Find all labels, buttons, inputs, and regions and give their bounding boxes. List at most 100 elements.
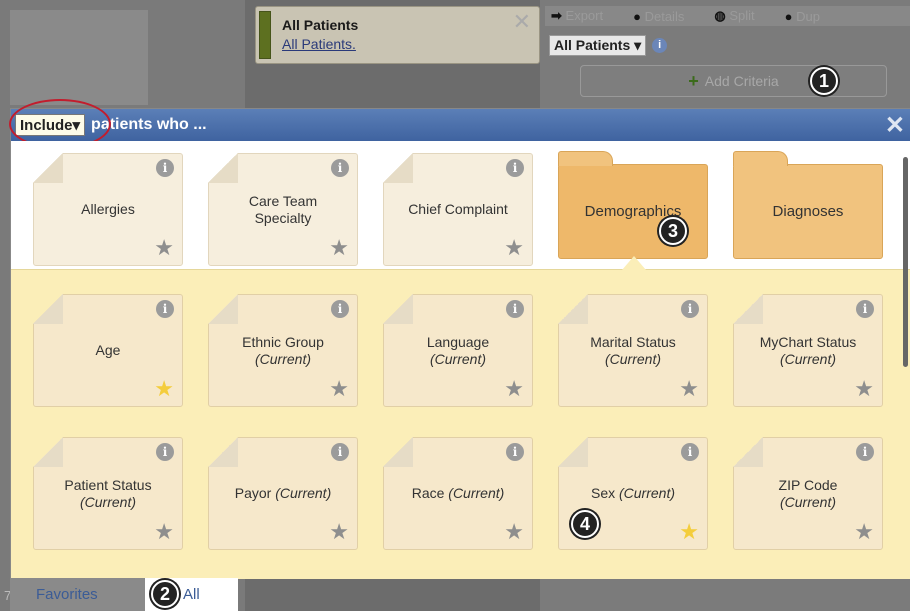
all-patients-link[interactable]: All Patients. (282, 36, 356, 52)
add-criteria-button[interactable]: + Add Criteria (580, 65, 887, 97)
callout-1: 1 (810, 67, 838, 95)
star-icon[interactable]: ★ (329, 521, 349, 543)
criteria-name: Sex (590, 485, 616, 501)
all-patients-card[interactable]: All Patients All Patients. ✕ (255, 6, 540, 64)
category-label: Chief Complaint (408, 201, 508, 217)
details-label: Details (644, 8, 685, 24)
criteria-name: Patient Status (64, 476, 152, 493)
info-icon[interactable]: i (506, 300, 524, 318)
population-select-value: All Patients (554, 37, 631, 53)
category-demographics[interactable]: Demographics (558, 151, 708, 259)
criteria-qualifier: (Current) (429, 350, 486, 367)
category-chief-complaint[interactable]: i Chief Complaint ★ (383, 153, 533, 266)
criteria-patient-status[interactable]: i Patient Status (Current) ★ (33, 437, 183, 550)
criteria-label: MyChart Status (Current) (760, 334, 856, 368)
info-icon[interactable]: i (506, 443, 524, 461)
criteria-language[interactable]: i Language (Current) ★ (383, 294, 533, 407)
add-criteria-label: Add Criteria (704, 73, 779, 89)
close-icon[interactable]: ✕ (513, 9, 531, 35)
info-icon[interactable]: i (156, 159, 174, 177)
criteria-name: MyChart Status (759, 333, 857, 350)
chevron-down-icon: ▾ (634, 37, 642, 53)
criteria-label: Patient Status (Current) (64, 477, 151, 511)
scrollbar[interactable] (903, 157, 908, 367)
criteria-ethnic-group[interactable]: i Ethnic Group (Current) ★ (208, 294, 358, 407)
tile-fold-shade (33, 437, 63, 467)
star-icon[interactable]: ★ (504, 521, 524, 543)
info-icon[interactable]: i (856, 443, 874, 461)
tile-fold-shade (33, 294, 63, 324)
bottom-tabs: Favorites All (10, 578, 238, 611)
criteria-name: ZIP Code (778, 476, 838, 493)
criteria-payor[interactable]: i Payor (Current) ★ (208, 437, 358, 550)
info-icon[interactable]: i (156, 300, 174, 318)
details-button[interactable]: ● Details (633, 9, 684, 24)
info-icon[interactable]: i (652, 38, 668, 53)
criteria-name: Race (411, 485, 445, 501)
criteria-area: i Age ★ i Ethnic Group (Current) ★ i Lang… (11, 269, 910, 579)
criteria-qualifier: (Current) (779, 493, 836, 510)
callout-2: 2 (151, 580, 179, 608)
tab-all-label: All (183, 586, 200, 603)
folder-tab (733, 151, 788, 166)
tile-fold-shade (208, 294, 238, 324)
info-icon[interactable]: i (856, 300, 874, 318)
info-icon[interactable]: i (331, 443, 349, 461)
split-label: Split (729, 8, 755, 23)
criteria-name: Ethnic Group (242, 333, 324, 350)
info-icon[interactable]: i (331, 159, 349, 177)
criteria-marital-status[interactable]: i Marital Status (Current) ★ (558, 294, 708, 407)
category-row: i Allergies ★ i Care Team Specialty ★ i … (11, 141, 910, 269)
criteria-label: ZIP Code (Current) (779, 477, 838, 511)
info-icon[interactable]: i (681, 300, 699, 318)
info-icon[interactable]: i (681, 443, 699, 461)
criteria-qualifier: (Current) (604, 350, 661, 367)
duplicate-label: Dup (796, 8, 820, 24)
criteria-qualifier: (Current) (779, 350, 836, 367)
tile-fold-shade (208, 153, 238, 183)
category-diagnoses[interactable]: Diagnoses (733, 151, 883, 259)
star-icon[interactable]: ★ (154, 237, 174, 259)
callout-4: 4 (571, 510, 599, 538)
tile-fold-shade (33, 153, 63, 183)
info-icon[interactable]: i (331, 300, 349, 318)
tab-favorites[interactable]: Favorites (10, 578, 145, 611)
criteria-mychart-status[interactable]: i MyChart Status (Current) ★ (733, 294, 883, 407)
star-icon[interactable]: ★ (854, 521, 874, 543)
criteria-qualifier: (Current) (448, 485, 505, 501)
star-icon[interactable]: ★ (504, 237, 524, 259)
tile-fold-shade (733, 294, 763, 324)
criteria-zip-code[interactable]: i ZIP Code (Current) ★ (733, 437, 883, 550)
criteria-race[interactable]: i Race (Current) ★ (383, 437, 533, 550)
star-icon[interactable]: ★ (154, 521, 174, 543)
export-button[interactable]: ➡ Export (551, 8, 603, 24)
criteria-age[interactable]: i Age ★ (33, 294, 183, 407)
duplicate-button[interactable]: ● Dup (785, 9, 820, 24)
category-care-team-specialty[interactable]: i Care Team Specialty ★ (208, 153, 358, 266)
close-icon[interactable]: ✕ (885, 111, 905, 140)
criteria-label: Language (Current) (427, 334, 489, 368)
criteria-qualifier: (Current) (79, 493, 136, 510)
star-icon[interactable]: ★ (679, 378, 699, 400)
criteria-label: Marital Status (Current) (590, 334, 676, 368)
star-favorite-icon[interactable]: ★ (679, 521, 699, 543)
star-favorite-icon[interactable]: ★ (154, 378, 174, 400)
split-icon: ◍ (714, 8, 726, 23)
split-button[interactable]: ◍ Split (714, 8, 754, 24)
info-icon[interactable]: i (506, 159, 524, 177)
criteria-name: Language (426, 333, 490, 350)
star-icon[interactable]: ★ (329, 237, 349, 259)
star-icon[interactable]: ★ (329, 378, 349, 400)
tab-favorites-label: Favorites (36, 586, 98, 603)
tile-fold-shade (208, 437, 238, 467)
info-icon[interactable]: i (156, 443, 174, 461)
criteria-qualifier: (Current) (619, 485, 676, 501)
criteria-qualifier: (Current) (254, 350, 311, 367)
card-color-bar (259, 11, 271, 59)
star-icon[interactable]: ★ (504, 378, 524, 400)
criteria-label: Race (Current) (412, 485, 505, 502)
category-allergies[interactable]: i Allergies ★ (33, 153, 183, 266)
population-select[interactable]: All Patients ▾ (549, 35, 647, 56)
star-icon[interactable]: ★ (854, 378, 874, 400)
tile-fold-shade (383, 437, 413, 467)
